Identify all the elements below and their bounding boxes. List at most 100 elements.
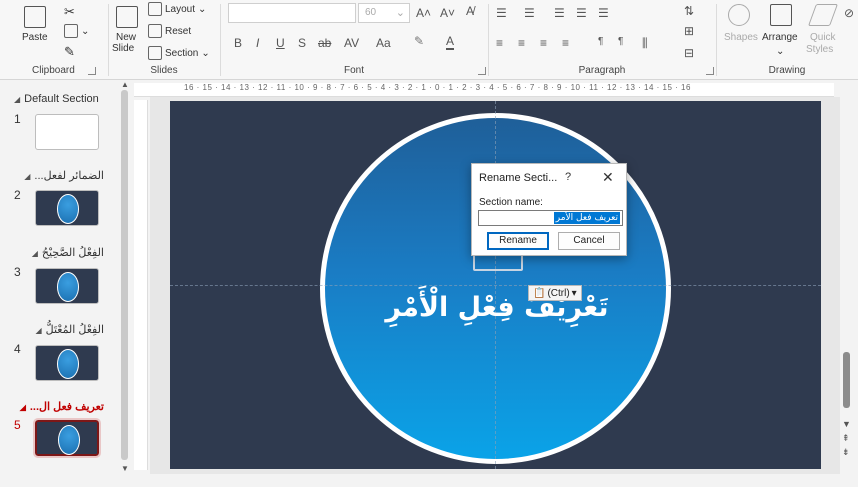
- change-case-button[interactable]: Aa: [376, 36, 391, 50]
- copy-icon[interactable]: ⌄: [64, 24, 89, 38]
- columns-icon[interactable]: ⫼: [642, 36, 648, 51]
- ltr-icon[interactable]: ¶: [598, 36, 603, 47]
- section-name-input[interactable]: تعريف فعل الأمر: [478, 210, 623, 226]
- slide-number: 3: [14, 265, 21, 279]
- layout-button[interactable]: Layout ⌄: [148, 2, 206, 16]
- increase-indent-icon[interactable]: ☰: [576, 6, 587, 20]
- justify-icon[interactable]: ≡: [562, 36, 569, 50]
- text-direction-icon[interactable]: ⇅: [684, 4, 694, 18]
- character-spacing-button[interactable]: AV: [344, 36, 359, 50]
- highlight-color-icon[interactable]: ✎: [414, 34, 424, 48]
- align-left-icon[interactable]: ≡: [496, 36, 503, 50]
- slides-group: New Slide Layout ⌄ Reset Section ⌄ Slides: [108, 0, 220, 80]
- ribbon: Paste ✂ ⌄ ✎ Clipboard New Slide Layout ⌄ …: [0, 0, 858, 80]
- section-header-pronouns[interactable]: الضمائر لفعل...◢: [14, 169, 104, 182]
- section-header-selected[interactable]: تعريف فعل ال...◢: [14, 400, 104, 413]
- drawing-group-label: Drawing: [768, 65, 806, 76]
- section-header-default[interactable]: ◢ Default Section: [14, 93, 99, 105]
- scroll-thumb[interactable]: [121, 90, 128, 460]
- vertical-ruler: [134, 100, 148, 470]
- slide-thumbnail-5[interactable]: [33, 418, 101, 458]
- thumbnail-circle: [57, 349, 79, 379]
- cancel-button[interactable]: Cancel: [558, 232, 620, 250]
- paste-button[interactable]: Paste: [22, 32, 48, 43]
- new-slide-icon[interactable]: [116, 6, 138, 28]
- line-spacing-icon[interactable]: ☰: [598, 6, 609, 20]
- smartart-icon[interactable]: ⊟: [684, 46, 694, 60]
- new-slide-label-2[interactable]: Slide: [112, 43, 134, 54]
- clipboard-group: Paste ✂ ⌄ ✎ Clipboard: [0, 0, 108, 80]
- slide-scrollbar[interactable]: ▼ ⇞ ⇟: [840, 97, 854, 467]
- rename-button[interactable]: Rename: [487, 232, 549, 250]
- collapse-icon: ◢: [35, 326, 42, 335]
- align-right-icon[interactable]: ≡: [540, 36, 547, 50]
- quick-styles-icon[interactable]: [807, 4, 839, 26]
- slide-number: 5: [14, 418, 21, 432]
- next-slide-icon[interactable]: ⇟: [842, 447, 850, 458]
- strikethrough-button[interactable]: ab: [318, 36, 331, 50]
- clipboard-group-label: Clipboard: [32, 65, 75, 76]
- cut-icon[interactable]: ✂: [64, 4, 75, 20]
- previous-slide-icon[interactable]: ⇞: [842, 433, 850, 444]
- scroll-down-icon[interactable]: ▼: [842, 419, 851, 429]
- section-name-label: Section name:: [479, 197, 543, 208]
- layout-icon: [148, 2, 162, 16]
- slide-thumbnails-pane: ◢ Default Section 1 الضمائر لفعل...◢ 2 ال…: [0, 82, 130, 487]
- section-button[interactable]: Section ⌄: [148, 46, 210, 60]
- font-color-icon[interactable]: A: [446, 34, 455, 50]
- shapes-button[interactable]: Shapes: [724, 32, 758, 43]
- italic-button[interactable]: I: [256, 36, 259, 50]
- clear-format-icon[interactable]: A̸: [466, 4, 474, 18]
- collapse-icon: ◢: [14, 95, 21, 104]
- close-icon[interactable]: ✕: [602, 169, 614, 186]
- drawing-group: Shapes Arrange ⌄ Quick Styles ⊘ Drawing: [716, 0, 858, 80]
- slide-thumbnail-3[interactable]: [35, 268, 99, 304]
- shape-fill-icon[interactable]: ⊘: [844, 6, 854, 20]
- chevron-down-icon: ▾: [571, 287, 577, 299]
- shadow-button[interactable]: S: [298, 36, 306, 50]
- horizontal-ruler: 16 · 15 · 14 · 13 · 12 · 11 · 10 · 9 · 8…: [134, 83, 834, 97]
- decrease-indent-icon[interactable]: ☰: [554, 6, 565, 20]
- underline-button[interactable]: U: [276, 36, 285, 50]
- slide-thumbnail-1[interactable]: [35, 114, 99, 150]
- new-slide-label-1[interactable]: New: [116, 32, 136, 43]
- arrange-icon[interactable]: [770, 4, 792, 26]
- vertical-guide: [495, 101, 496, 469]
- decrease-font-icon[interactable]: A˅: [440, 6, 455, 20]
- reset-button[interactable]: Reset: [148, 24, 191, 38]
- shapes-icon[interactable]: [728, 4, 750, 26]
- font-size-combo[interactable]: 60 ⌄: [358, 3, 410, 23]
- thumbnails-scrollbar[interactable]: ▲ ▼: [120, 80, 129, 474]
- bullets-icon[interactable]: ☰: [496, 6, 507, 20]
- section-name-value: تعريف فعل الأمر: [553, 212, 620, 224]
- paste-options-button[interactable]: 📋 (Ctrl) ▾: [528, 285, 582, 301]
- quick-styles-label-2[interactable]: Styles: [806, 44, 833, 55]
- align-center-icon[interactable]: ≡: [518, 36, 525, 50]
- clipboard-launcher-icon[interactable]: [88, 67, 96, 75]
- slide-thumbnail-4[interactable]: [35, 345, 99, 381]
- quick-styles-label-1[interactable]: Quick: [810, 32, 836, 43]
- increase-font-icon[interactable]: A˄: [416, 6, 431, 20]
- section-header-mutal[interactable]: الفِعْلُ المُعْتَلُّ◢: [14, 323, 104, 336]
- arrange-dropdown-icon[interactable]: ⌄: [776, 46, 784, 57]
- align-text-icon[interactable]: ⊞: [684, 24, 694, 38]
- arrange-button[interactable]: Arrange: [762, 32, 798, 43]
- bold-button[interactable]: B: [234, 36, 242, 50]
- clipboard-icon: 📋: [533, 287, 546, 299]
- section-icon: [148, 46, 162, 60]
- scroll-up-icon[interactable]: ▲: [121, 80, 129, 89]
- paste-icon[interactable]: [24, 6, 46, 28]
- numbering-icon[interactable]: ☰: [524, 6, 535, 20]
- help-button[interactable]: ?: [565, 171, 571, 183]
- slide-title[interactable]: تَعْرِيْفُ فِعْلِ الْأَمْرِ: [372, 292, 622, 323]
- format-painter-icon[interactable]: ✎: [64, 44, 75, 60]
- section-header-sahih[interactable]: الفِعْلُ الصَّحِيْحُ◢: [14, 246, 104, 259]
- rtl-icon[interactable]: ¶: [618, 36, 623, 47]
- font-launcher-icon[interactable]: [478, 67, 486, 75]
- paragraph-group-label: Paragraph: [578, 65, 626, 76]
- paragraph-launcher-icon[interactable]: [706, 67, 714, 75]
- slide-thumbnail-2[interactable]: [35, 190, 99, 226]
- scroll-thumb[interactable]: [843, 352, 850, 408]
- scroll-down-icon[interactable]: ▼: [121, 464, 129, 473]
- font-name-combo[interactable]: [228, 3, 356, 23]
